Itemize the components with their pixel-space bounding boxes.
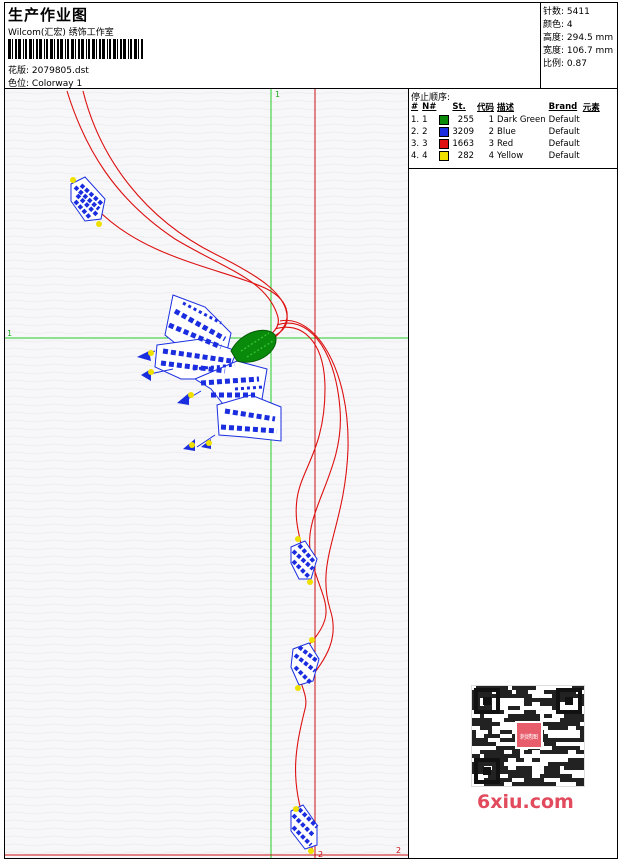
yellow-point	[307, 579, 313, 585]
embroidery-preview: 1 1 2 2	[5, 89, 408, 858]
row-swatch	[439, 114, 452, 126]
axis-right-label: 2	[396, 846, 401, 855]
stop-sequence: 停止顺序: # N# St. 代码 描述 Brand 元素 1. 1 255 1 Dar…	[409, 89, 617, 169]
company-name: Wilcom(汇宏) 绣饰工作室	[8, 28, 114, 38]
col-color	[439, 101, 452, 114]
row-code: 4	[488, 151, 495, 161]
side-panel: 停止顺序: # N# St. 代码 描述 Brand 元素 1. 1 255 1 Dar…	[409, 89, 617, 858]
row-n: 4	[422, 151, 428, 161]
yellow-point	[96, 221, 102, 227]
yellow-point	[293, 806, 299, 812]
stat-stitches: 针数: 5411	[543, 7, 590, 17]
yellow-point	[70, 177, 76, 183]
barcode	[8, 39, 143, 59]
yellow-point	[295, 685, 301, 691]
stats-list: 针数: 5411 颜色: 4 高度: 294.5 mm 宽度: 106.7 mm…	[543, 6, 613, 71]
row-index: 3.	[411, 139, 420, 149]
row-element	[583, 114, 603, 126]
row-desc: Red	[497, 139, 514, 149]
stop-table: # N# St. 代码 描述 Brand 元素 1. 1 255 1 Dark Gree…	[411, 101, 603, 162]
color-swatch	[439, 138, 450, 149]
stop-table-header: # N# St. 代码 描述 Brand 元素	[411, 101, 603, 114]
row-swatch	[439, 150, 452, 162]
watermark-brand: 6xiu.com	[477, 791, 574, 813]
design-label: 花版:	[8, 66, 30, 76]
stat-height: 高度: 294.5 mm	[543, 33, 614, 43]
color-swatch	[439, 126, 450, 137]
row-stitches: 282	[457, 151, 475, 161]
colorway-row: 色位: Colorway 1	[8, 76, 82, 89]
color-swatch	[439, 114, 450, 125]
row-desc: Dark Green	[497, 115, 546, 125]
color-swatch	[439, 150, 450, 161]
row-element	[583, 138, 603, 150]
stats-panel: 针数: 5411 颜色: 4 高度: 294.5 mm 宽度: 106.7 mm…	[541, 3, 617, 89]
row-element	[583, 126, 603, 138]
axis-left-label: 1	[7, 329, 12, 338]
row-index: 1.	[411, 115, 420, 125]
col-brand: Brand	[548, 102, 578, 112]
row-code: 3	[488, 139, 495, 149]
row-swatch	[439, 138, 452, 150]
col-desc: 描述	[497, 103, 515, 113]
stamp-text: 刺绣图	[520, 733, 538, 741]
col-element: 元素	[582, 103, 600, 113]
stop-row: 3. 3 1663 3 Red Default	[411, 138, 603, 150]
yellow-point	[188, 392, 194, 398]
stop-row: 2. 2 3209 2 Blue Default	[411, 126, 603, 138]
col-hash: #	[411, 102, 419, 112]
row-n: 3	[422, 139, 428, 149]
row-stitches: 255	[457, 115, 475, 125]
header-panel: 生产作业图 Wilcom(汇宏) 绣饰工作室 花版: 2079805.dst 色…	[5, 3, 541, 89]
yellow-point	[295, 536, 301, 542]
col-stitches: St.	[452, 102, 466, 112]
row-index: 2.	[411, 127, 420, 137]
stat-colors: 颜色: 4	[543, 20, 573, 30]
yellow-point	[148, 369, 154, 375]
axis-bottom-label: 2	[318, 850, 323, 858]
row-brand: Default	[548, 127, 580, 137]
qr-code: 刺绣图	[471, 685, 585, 787]
yellow-point	[206, 440, 212, 446]
production-sheet: 生产作业图 Wilcom(汇宏) 绣饰工作室 花版: 2079805.dst 色…	[4, 2, 618, 859]
row-desc: Yellow	[497, 151, 524, 161]
row-n: 1	[422, 115, 428, 125]
stat-scale: 比例: 0.87	[543, 59, 587, 69]
stop-row: 1. 1 255 1 Dark Green Default	[411, 114, 603, 126]
row-n: 2	[422, 127, 428, 137]
stat-width: 宽度: 106.7 mm	[543, 46, 614, 56]
design-canvas[interactable]: 1 1 2 2	[5, 89, 409, 858]
colorway-label: 色位:	[8, 79, 30, 89]
row-index: 4.	[411, 151, 420, 161]
design-value: 2079805.dst	[31, 66, 89, 76]
row-code: 1	[488, 115, 495, 125]
page-title: 生产作业图	[8, 6, 89, 24]
design-row: 花版: 2079805.dst	[8, 63, 89, 76]
row-swatch	[439, 126, 452, 138]
col-n: N#	[422, 102, 437, 112]
col-code: 代码	[477, 103, 495, 113]
row-desc: Blue	[497, 127, 516, 137]
yellow-point	[308, 848, 314, 854]
row-stitches: 3209	[452, 127, 475, 137]
colorway-value: Colorway 1	[31, 79, 83, 89]
row-element	[583, 150, 603, 162]
row-code: 2	[488, 127, 495, 137]
yellow-point	[309, 637, 315, 643]
row-brand: Default	[548, 139, 580, 149]
stop-row: 4. 4 282 4 Yellow Default	[411, 150, 603, 162]
row-stitches: 1663	[452, 139, 475, 149]
axis-top-label: 1	[275, 90, 280, 99]
yellow-point	[189, 442, 195, 448]
row-brand: Default	[548, 115, 580, 125]
yellow-point	[148, 350, 154, 356]
row-brand: Default	[548, 151, 580, 161]
